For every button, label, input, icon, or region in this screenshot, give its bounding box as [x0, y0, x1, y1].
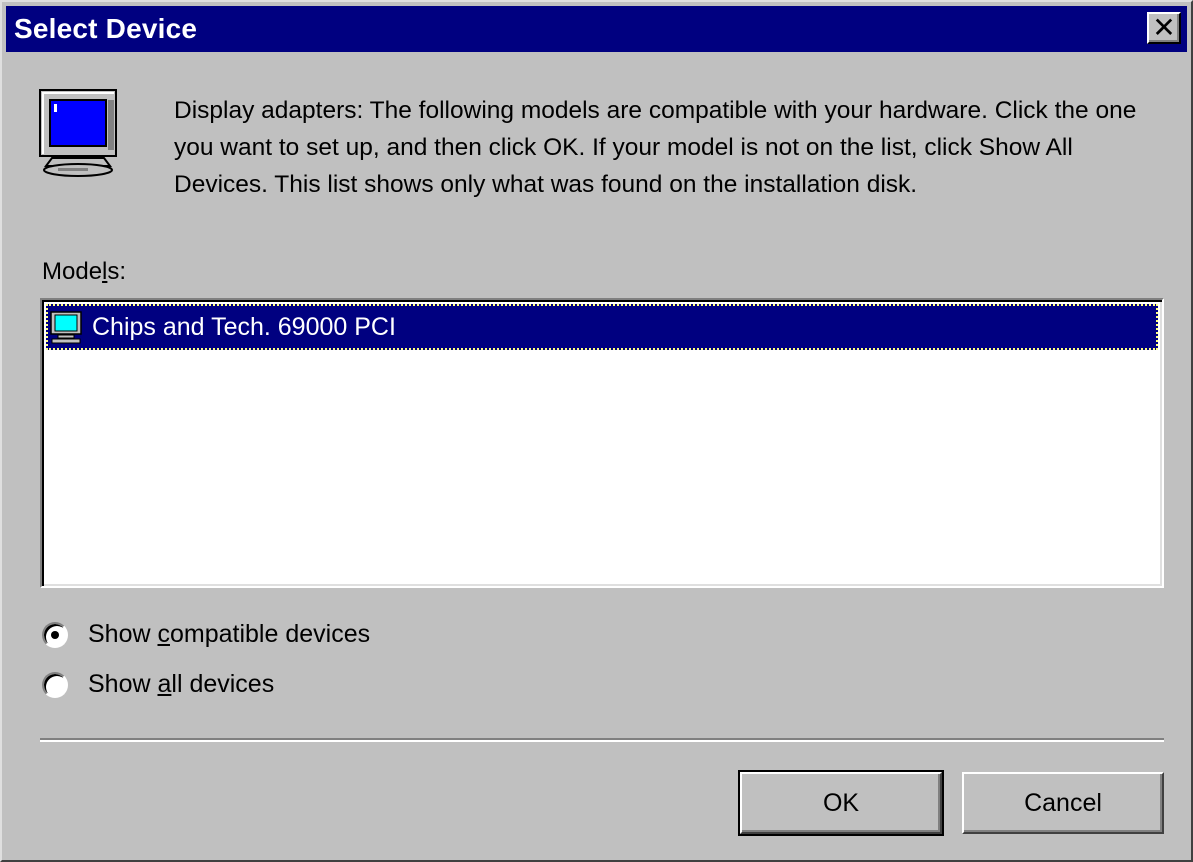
list-item-label: Chips and Tech. 69000 PCI: [92, 312, 396, 341]
select-device-dialog: Select Device ✕ Display adapters: The fo…: [0, 0, 1193, 862]
list-item-chips-and-tech[interactable]: Chips and Tech. 69000 PCI: [46, 304, 1158, 350]
radio-button-checked[interactable]: [42, 621, 68, 648]
window-title: Select Device: [14, 13, 198, 44]
close-icon: ✕: [1152, 11, 1176, 44]
models-label: Models:: [42, 258, 127, 285]
models-listbox[interactable]: Chips and Tech. 69000 PCI: [40, 298, 1164, 588]
display-adapter-icon: [48, 309, 84, 345]
radio-label-all: Show all devices: [88, 670, 275, 698]
cancel-button[interactable]: Cancel: [962, 772, 1164, 834]
description-text: Display adapters: The following models a…: [174, 97, 1137, 198]
radio-button-unchecked[interactable]: [42, 671, 68, 698]
radio-label-compatible: Show compatible devices: [88, 620, 371, 648]
ok-button[interactable]: OK: [738, 770, 944, 836]
title-bar[interactable]: Select Device ✕: [6, 6, 1187, 52]
monitor-icon: [38, 88, 128, 185]
radio-show-all[interactable]: Show all devices: [42, 670, 274, 699]
radio-show-compatible[interactable]: Show compatible devices: [42, 620, 370, 649]
close-button[interactable]: ✕: [1147, 12, 1181, 44]
separator: [40, 738, 1164, 742]
